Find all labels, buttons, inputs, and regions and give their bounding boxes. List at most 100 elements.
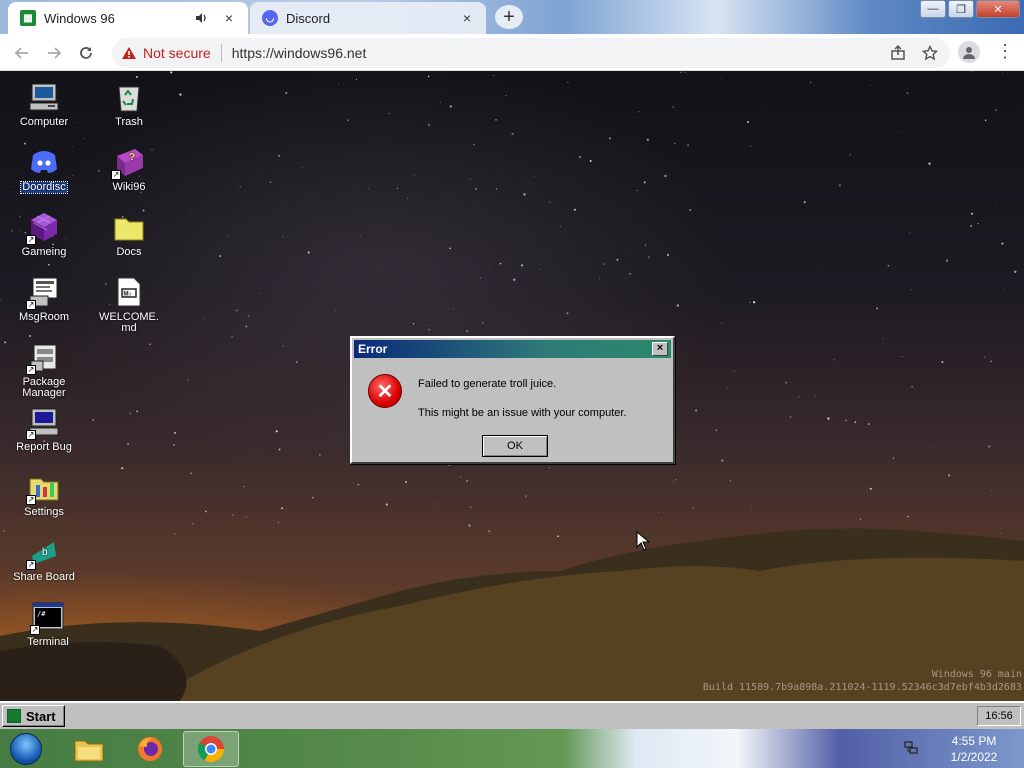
shortcut-arrow-icon: ↗ — [26, 495, 36, 505]
win96-taskbar: Start 16:56 — [0, 701, 1024, 729]
start-label: Start — [26, 708, 56, 724]
address-bar[interactable]: Not secure https://windows96.net — [112, 38, 950, 68]
watermark-line1: Windows 96 main — [931, 669, 1022, 680]
package-icon: ↗ — [26, 341, 60, 375]
dialog-close-button[interactable]: × — [652, 342, 668, 356]
shortcut-arrow-icon: ↗ — [26, 300, 36, 310]
shortcut-arrow-icon: ↗ — [30, 625, 40, 635]
error-x-icon: ✕ — [368, 374, 402, 408]
desktop-icon-settings[interactable]: ↗ Settings — [1, 471, 87, 518]
url-divider — [220, 44, 222, 62]
warning-triangle-icon[interactable] — [120, 45, 138, 61]
desktop-icon-label: Gameing — [21, 246, 67, 258]
desktop-icon-label: WELCOME.md — [99, 311, 159, 334]
dialog-title: Error — [358, 342, 388, 356]
discord-favicon-icon: ◡ — [262, 10, 278, 26]
desktop-icon-report-bug[interactable]: ↗ Report Bug — [1, 406, 87, 453]
desktop-icon-welcome-md[interactable]: M↓ WELCOME.md — [86, 276, 172, 334]
build-watermark: Windows 96 main Build 11589.7b9a898a.211… — [703, 668, 1022, 694]
firefox-icon — [138, 737, 162, 761]
shortcut-arrow-icon: ↗ — [26, 560, 36, 570]
svg-text:?: ? — [129, 152, 135, 163]
shortcut-arrow-icon: ↗ — [26, 430, 36, 440]
bookmark-star-icon[interactable] — [918, 41, 942, 65]
host-clock-time[interactable]: 4:55 PM — [934, 734, 1014, 748]
host-clock-date[interactable]: 1/2/2022 — [934, 750, 1014, 764]
window-close-button[interactable]: ✕ — [976, 0, 1020, 18]
file-explorer-taskbar-button[interactable] — [61, 731, 117, 767]
error-detail: This might be an issue with your compute… — [418, 407, 627, 419]
computer-icon — [28, 81, 60, 113]
kebab-menu-icon[interactable]: ⋮ — [996, 41, 1014, 62]
desktop-icon-computer[interactable]: Computer — [1, 81, 87, 128]
desktop-icon-package-manager[interactable]: ↗ Package Manager — [1, 341, 87, 399]
markdown-file-icon: M↓ — [113, 276, 145, 308]
desktop-icon-label: Trash — [115, 116, 143, 128]
error-dialog: Error × ✕ Failed to generate troll juice… — [350, 336, 675, 464]
recycle-bin-icon — [113, 81, 145, 113]
watermark-line2: Build 11589.7b9a898a.211024-1119.52346c3… — [702, 682, 1022, 693]
discord-icon — [28, 146, 60, 178]
mouse-pointer-icon — [636, 531, 650, 551]
desktop-icon-label: Wiki96 — [112, 181, 146, 193]
restore-button[interactable]: ❐ — [948, 0, 974, 18]
msgroom-icon: ↗ — [26, 276, 60, 310]
network-icon[interactable] — [904, 741, 918, 755]
tab-title: Windows 96 — [44, 10, 115, 26]
terminal-icon: /# ↗ — [30, 601, 64, 635]
back-arrow-icon[interactable] — [10, 41, 34, 65]
desktop-icon-label: MsgRoom — [18, 311, 70, 323]
purple-cube-icon: ↗ — [26, 211, 60, 245]
forward-arrow-icon[interactable] — [42, 41, 66, 65]
host-taskbar: 4:55 PM 1/2/2022 — [0, 729, 1024, 768]
error-message: Failed to generate troll juice. — [418, 378, 557, 390]
new-tab-button[interactable]: + — [495, 5, 523, 29]
firefox-taskbar-button[interactable] — [122, 731, 178, 767]
share-icon[interactable] — [886, 41, 910, 65]
desktop-icon-wiki96[interactable]: ? ↗ Wiki96 — [86, 146, 172, 193]
shortcut-arrow-icon: ↗ — [26, 365, 36, 375]
desktop-icon-doordisc[interactable]: Doordisc — [1, 146, 87, 194]
chrome-taskbar-button[interactable] — [183, 731, 239, 767]
tab-close-icon[interactable]: × — [458, 9, 476, 27]
desktop-icon-label: Report Bug — [16, 441, 72, 453]
desktop-icon-label: Docs — [116, 246, 142, 258]
desktop-icon-label: Package Manager — [22, 376, 66, 399]
tab-windows96[interactable]: ▦ Windows 96 × — [8, 2, 248, 34]
windows96-logo-icon — [7, 709, 21, 723]
tab-title: Discord — [286, 10, 331, 26]
svg-text:/#: /# — [37, 610, 46, 618]
tab-discord[interactable]: ◡ Discord × — [250, 2, 486, 34]
desktop-icon-docs[interactable]: Docs — [86, 211, 172, 258]
chrome-icon — [197, 736, 225, 763]
folder-icon — [113, 211, 145, 243]
url-text[interactable]: https://windows96.net — [232, 45, 367, 61]
shortcut-arrow-icon: ↗ — [26, 235, 36, 245]
tab-close-icon[interactable]: × — [220, 9, 238, 27]
start-button[interactable]: Start — [2, 705, 65, 727]
desktop-icon-trash[interactable]: Trash — [86, 81, 172, 128]
book-icon: ? ↗ — [111, 146, 145, 180]
windows-start-orb[interactable] — [0, 731, 52, 767]
security-status[interactable]: Not secure — [143, 45, 211, 61]
svg-text:M↓: M↓ — [124, 292, 132, 298]
desktop-icon-gameing[interactable]: ↗ Gameing — [1, 211, 87, 258]
desktop-icon-share-board[interactable]: b ↗ Share Board — [1, 536, 87, 583]
windows-logo-icon — [10, 733, 42, 765]
minimize-button[interactable]: — — [920, 0, 946, 18]
desktop-icon-label: Share Board — [13, 571, 75, 583]
win96-clock[interactable]: 16:56 — [977, 706, 1021, 726]
svg-text:b: b — [42, 547, 48, 558]
desktop-icon-label: Terminal — [27, 636, 69, 648]
desktop-icon-label: Computer — [19, 116, 69, 128]
ok-button[interactable]: OK — [482, 435, 548, 457]
dialog-title-bar[interactable]: Error × — [354, 340, 671, 358]
bug-report-icon: ↗ — [26, 406, 60, 440]
speaker-icon[interactable] — [192, 9, 210, 27]
desktop-icon-terminal[interactable]: /# ↗ Terminal — [5, 601, 91, 648]
reload-icon[interactable] — [74, 41, 98, 65]
profile-avatar-icon[interactable] — [958, 41, 980, 63]
desktop-icon-label: Doordisc — [20, 181, 68, 194]
desktop-icon-msgroom[interactable]: ↗ MsgRoom — [1, 276, 87, 323]
shortcut-arrow-icon: ↗ — [111, 170, 121, 180]
